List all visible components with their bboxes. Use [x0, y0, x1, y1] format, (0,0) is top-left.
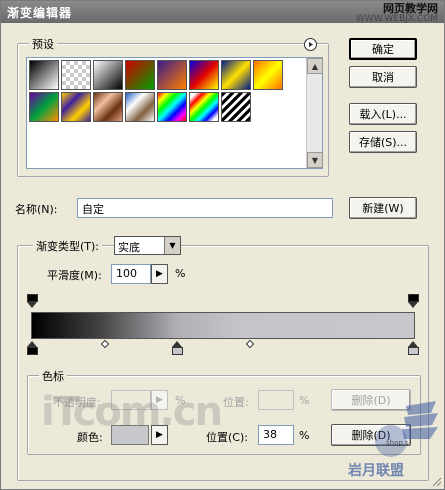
smoothness-label: 平滑度(M):	[47, 269, 102, 282]
preset-blue-red-yellow[interactable]	[189, 60, 219, 90]
opacity-location-label: 位置:	[223, 396, 249, 409]
presets-list: ▲ ▼	[26, 57, 323, 169]
ok-button[interactable]: 确定	[349, 38, 417, 60]
watermark-top: 网页教学网 WWW.WEBJX.COM	[356, 3, 438, 25]
preset-spectrum[interactable]	[157, 92, 187, 122]
watermark-itcom: iTcom.cn	[41, 389, 223, 435]
watermark-site-url: WWW.WEBJX.COM	[355, 14, 438, 24]
scroll-up-icon[interactable]: ▲	[307, 58, 323, 74]
scroll-down-icon[interactable]: ▼	[307, 152, 323, 168]
presets-label: 预设	[29, 36, 57, 52]
preset-violet-orange[interactable]	[157, 60, 187, 90]
chevron-down-icon: ▼	[164, 237, 180, 254]
preset-copper[interactable]	[93, 92, 123, 122]
preset-black-white[interactable]	[29, 60, 59, 90]
new-button[interactable]: 新建(W)	[349, 197, 417, 219]
color-stop-right[interactable]	[408, 341, 419, 355]
gradient-preview-bar[interactable]	[31, 312, 415, 339]
opacity-stop-left[interactable]	[27, 294, 38, 308]
watermark-wing-logo: shop.s 岩月联盟	[347, 401, 438, 479]
name-input[interactable]: 自定	[77, 198, 333, 218]
opacity-stop-right[interactable]	[408, 294, 419, 308]
cancel-button[interactable]: 取消	[349, 66, 417, 88]
presets-menu-icon[interactable]	[304, 38, 317, 51]
opacity-location-input[interactable]	[258, 390, 294, 410]
color-stop-left[interactable]	[27, 341, 38, 355]
preset-rainbow-transparent[interactable]	[189, 92, 219, 122]
smoothness-unit: %	[175, 267, 186, 280]
load-button[interactable]: 载入(L)...	[349, 103, 417, 125]
smoothness-stepper-icon[interactable]: ▶	[151, 264, 168, 284]
gradient-type-value: 实底	[118, 241, 140, 254]
smoothness-input[interactable]: 100	[111, 264, 151, 284]
preset-blue-yellow-blue[interactable]	[221, 60, 251, 90]
preset-stripes[interactable]	[221, 92, 251, 122]
watermark-logo-caption: 岩月联盟	[347, 462, 404, 479]
watermark-logo-url: shop.s	[386, 439, 409, 447]
stops-label: 色标	[39, 368, 67, 384]
preset-yellow-violet[interactable]	[61, 92, 91, 122]
gradient-editor-window: 渐变编辑器 网页教学网 WWW.WEBJX.COM 预设 ▲ ▼ 确定 取消 载…	[0, 0, 445, 490]
preset-transparent-black[interactable]	[61, 60, 91, 90]
color-stop-middle[interactable]	[172, 341, 183, 355]
name-label: 名称(N):	[15, 203, 58, 216]
preset-red-green[interactable]	[125, 60, 155, 90]
window-title: 渐变编辑器	[7, 6, 73, 20]
preset-orange-yellow-orange[interactable]	[253, 60, 283, 90]
preset-black-white-2[interactable]	[93, 60, 123, 90]
color-location-input[interactable]: 38	[258, 425, 294, 445]
resize-grip-icon[interactable]	[430, 475, 442, 487]
watermark-site-name: 网页教学网	[383, 2, 438, 15]
color-location-unit: %	[299, 429, 310, 442]
gradient-type-select[interactable]: 实底 ▼	[114, 236, 181, 255]
preset-violet-green-orange[interactable]	[29, 92, 59, 122]
gradient-type-label: 渐变类型(T):	[33, 238, 103, 254]
save-button[interactable]: 存储(S)...	[349, 131, 417, 153]
presets-scrollbar[interactable]: ▲ ▼	[306, 58, 323, 168]
opacity-location-unit: %	[299, 394, 310, 407]
preset-chrome[interactable]	[125, 92, 155, 122]
